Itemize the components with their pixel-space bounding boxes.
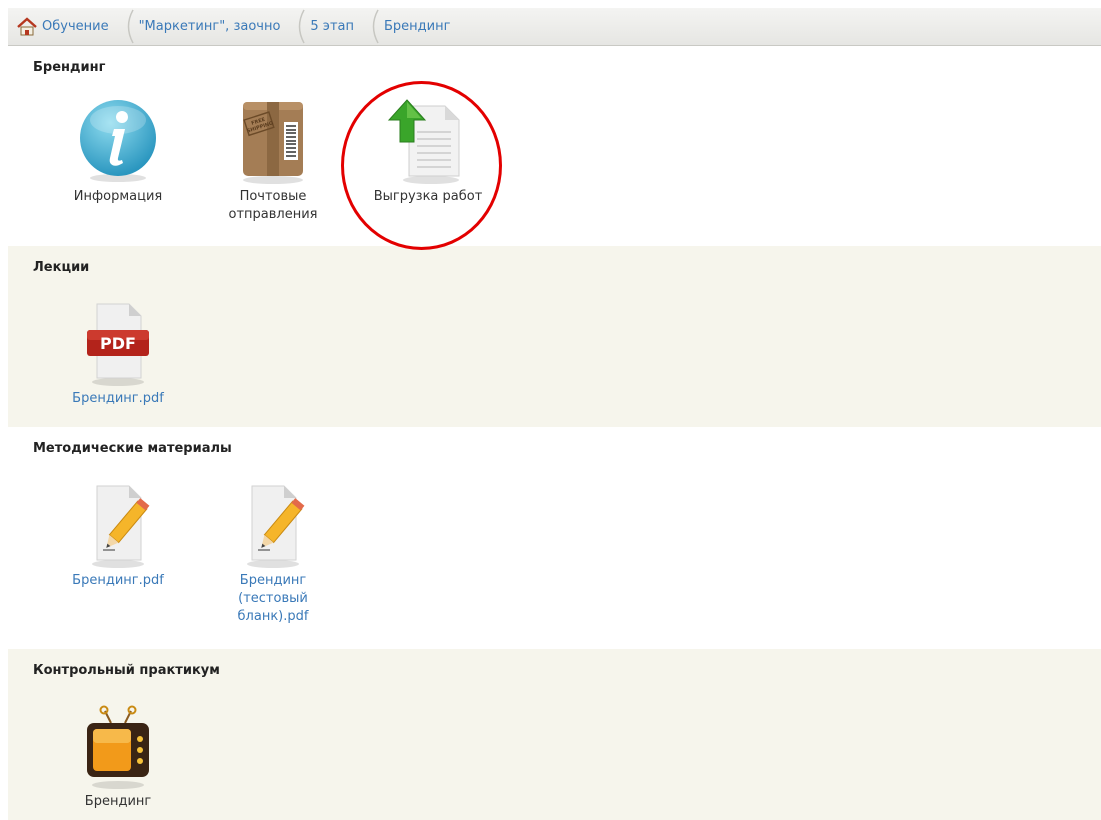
breadcrumb-label: Брендинг bbox=[383, 19, 451, 34]
breadcrumb-label: "Маркетинг", заочно bbox=[138, 19, 281, 34]
breadcrumb-label: Обучение bbox=[42, 19, 109, 34]
tile-label: Брендинг (тестовый бланк).pdf bbox=[237, 573, 309, 624]
section-branding: Брендинг Информация FREE SHIPPING Почтов… bbox=[8, 46, 1101, 246]
breadcrumb-item-stage[interactable]: 5 этап bbox=[306, 8, 368, 45]
section-title: Брендинг bbox=[33, 60, 106, 75]
section-title: Контрольный практикум bbox=[33, 663, 220, 678]
edit-document-icon bbox=[247, 485, 305, 568]
tile-method-test-form-pdf[interactable]: Брендинг (тестовый бланк).pdf bbox=[203, 480, 343, 626]
tile-label: Информация bbox=[73, 189, 163, 204]
tile-label: Почтовые отправления bbox=[228, 189, 318, 222]
tile-label: Брендинг bbox=[84, 794, 152, 809]
pdf-file-icon: PDF bbox=[87, 303, 149, 386]
tile-lecture-pdf[interactable]: PDF Брендинг.pdf bbox=[48, 298, 188, 408]
parcel-box-icon: FREE SHIPPING bbox=[243, 102, 303, 184]
tv-icon bbox=[87, 705, 149, 789]
info-icon bbox=[80, 100, 156, 182]
tile-method-pdf[interactable]: Брендинг.pdf bbox=[48, 480, 188, 590]
home-icon bbox=[17, 16, 37, 35]
breadcrumb: Обучение "Маркетинг", заочно 5 этап Брен… bbox=[8, 8, 1101, 46]
breadcrumb-separator bbox=[299, 9, 306, 44]
breadcrumb-item-home[interactable]: Обучение bbox=[12, 8, 123, 45]
tile-information[interactable]: Информация bbox=[48, 96, 188, 206]
section-methodical-materials: Методические материалы Брендинг.pdf Брен… bbox=[8, 427, 1101, 649]
tile-label: Брендинг.pdf bbox=[72, 391, 164, 406]
breadcrumb-separator bbox=[127, 9, 134, 44]
breadcrumb-item-course[interactable]: "Маркетинг", заочно bbox=[135, 8, 295, 45]
section-lectures: Лекции PDF Брендинг.pdf bbox=[8, 246, 1101, 427]
tile-practicum-branding[interactable]: Брендинг bbox=[48, 701, 188, 811]
breadcrumb-label: 5 этап bbox=[310, 19, 354, 34]
pdf-badge-text: PDF bbox=[100, 334, 136, 353]
section-title: Методические материалы bbox=[33, 441, 232, 456]
tile-postal-shipments[interactable]: FREE SHIPPING Почтовые отправления bbox=[203, 96, 343, 224]
breadcrumb-item-current[interactable]: Брендинг bbox=[380, 8, 464, 45]
tile-label: Брендинг.pdf bbox=[72, 573, 164, 588]
highlight-circle bbox=[341, 81, 502, 250]
breadcrumb-separator bbox=[372, 9, 379, 44]
edit-document-icon bbox=[92, 485, 150, 568]
section-title: Лекции bbox=[33, 260, 90, 275]
section-control-practicum: Контрольный практикум Брендинг bbox=[8, 649, 1101, 820]
